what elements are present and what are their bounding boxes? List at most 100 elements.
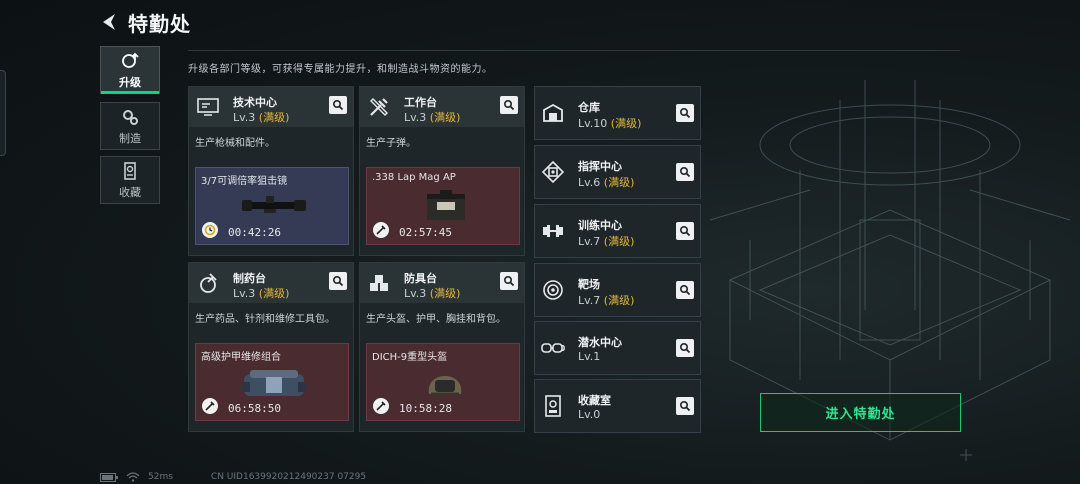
facility-card-pharmacy[interactable]: 制药台 Lv.3 (满级) 生产药品、针剂和维修工具包。 高级护甲维修组合 06… [188,262,354,432]
level-value: Lv.3 [404,111,427,124]
scope-image [242,196,306,213]
command-center-icon [539,157,567,187]
tab-craft[interactable]: 制造 [100,102,160,150]
page-description: 升级各部门等级，可获得专属能力提升，和制造战斗物资的能力。 [188,64,493,75]
search-button[interactable] [676,397,694,415]
max-level-badge: (满级) [429,111,461,124]
facility-name: 训练中心 [578,219,622,232]
level-value: Lv.0 [578,408,601,421]
card-description: 生产头盔、护甲、胸挂和背包。 [366,314,506,325]
warehouse-icon [539,98,567,128]
timer-icon [202,398,218,414]
search-button[interactable] [329,272,347,290]
collection-room-icon [539,391,567,421]
battery-icon [100,472,118,482]
search-button[interactable] [676,222,694,240]
facility-card-armor-bench[interactable]: 防具台 Lv.3 (满级) 生产头盔、护甲、胸挂和背包。 DICH-9重型头盔 … [359,262,525,432]
upgrade-icon [122,52,139,68]
card-level: Lv.3 (满级) [233,285,289,301]
facility-level: Lv.6 (满级) [578,174,634,190]
facility-item-collection-room[interactable]: 收藏室 Lv.0 [534,379,701,433]
facility-name: 收藏室 [578,394,611,407]
diving-goggles-icon [539,333,567,363]
back-arrow-icon [103,14,115,30]
facility-level: Lv.7 (满级) [578,233,634,249]
production-item-name: DICH-9重型头盔 [372,352,448,363]
timer-icon [373,398,389,414]
facility-card-tech-center[interactable]: 技术中心 Lv.3 (满级) 生产枪械和配件。 3/7可调倍率狙击镜 00:42… [188,86,354,256]
tools-icon [365,93,393,121]
collection-icon [124,161,136,180]
production-slot[interactable]: 高级护甲维修组合 06:58:50 [195,343,349,421]
status-bar: 52ms CN UID1639920212490237 07295 [100,472,366,482]
tab-craft-label: 制造 [119,131,141,145]
production-timer: 00:42:26 [228,226,281,239]
card-header: 技术中心 Lv.3 (满级) [189,87,353,127]
side-drawer-handle[interactable] [0,70,6,156]
production-slot[interactable]: DICH-9重型头盔 10:58:28 [366,343,520,421]
search-button[interactable] [329,96,347,114]
production-item-name: 3/7可调倍率狙击镜 [201,176,288,187]
user-uid: CN UID1639920212490237 07295 [210,472,367,482]
search-icon [679,284,691,296]
card-level: Lv.3 (满级) [404,285,460,301]
search-icon [332,275,344,287]
search-button[interactable] [500,96,518,114]
tab-collection[interactable]: 收藏 [100,156,160,204]
card-name: 防具台 [404,272,437,285]
search-icon [503,99,515,111]
back-button[interactable] [96,9,122,35]
facility-item-diving-center[interactable]: 潜水中心 Lv.1 [534,321,701,375]
max-level-badge: (满级) [258,287,290,300]
search-button[interactable] [500,272,518,290]
production-slot[interactable]: .338 Lap Mag AP 02:57:45 [366,167,520,245]
armor-icon [365,269,393,297]
search-button[interactable] [676,104,694,122]
ammo-box-image [427,190,465,220]
gears-icon [123,109,138,125]
search-button[interactable] [676,281,694,299]
card-name: 工作台 [404,96,437,109]
pharmacy-icon [194,269,222,297]
tab-upgrade-label: 升级 [119,75,141,89]
card-header: 制药台 Lv.3 (满级) [189,263,353,303]
dumbbell-icon [539,216,567,246]
level-value: Lv.3 [233,287,256,300]
search-button[interactable] [676,163,694,181]
facility-item-command-center[interactable]: 指挥中心 Lv.6 (满级) [534,145,701,199]
facility-item-shooting-range[interactable]: 靶场 Lv.7 (满级) [534,263,701,317]
search-icon [679,400,691,412]
production-timer: 06:58:50 [228,402,281,415]
tab-upgrade[interactable]: 升级 [100,46,160,94]
level-value: Lv.10 [578,117,608,130]
production-timer: 10:58:28 [399,402,452,415]
card-name: 技术中心 [233,96,277,109]
card-level: Lv.3 (满级) [233,109,289,125]
search-icon [332,99,344,111]
facility-level: Lv.0 [578,408,600,421]
production-slot[interactable]: 3/7可调倍率狙击镜 00:42:26 [195,167,349,245]
timer-icon [373,222,389,238]
header: 特勤处 [96,6,191,38]
facility-name: 仓库 [578,101,600,114]
facility-card-workbench[interactable]: 工作台 Lv.3 (满级) 生产子弹。 .338 Lap Mag AP 02:5… [359,86,525,256]
card-level: Lv.3 (满级) [404,109,460,125]
enter-special-ops-button[interactable]: 进入特勤处 [760,393,961,432]
max-level-badge: (满级) [603,235,635,248]
level-value: Lv.1 [578,350,601,363]
helmet-image [428,376,462,396]
header-divider [188,50,960,51]
facility-item-warehouse[interactable]: 仓库 Lv.10 (满级) [534,86,701,140]
card-header: 工作台 Lv.3 (满级) [360,87,524,127]
max-level-badge: (满级) [603,294,635,307]
max-level-badge: (满级) [603,176,635,189]
card-name: 制药台 [233,272,266,285]
search-button[interactable] [676,339,694,357]
production-item-name: .338 Lap Mag AP [372,172,456,183]
facility-item-training-center[interactable]: 训练中心 Lv.7 (满级) [534,204,701,258]
facility-name: 潜水中心 [578,336,622,349]
production-timer: 02:57:45 [399,226,452,239]
card-header: 防具台 Lv.3 (满级) [360,263,524,303]
facility-level: Lv.10 (满级) [578,115,641,131]
tab-collection-label: 收藏 [119,185,141,199]
